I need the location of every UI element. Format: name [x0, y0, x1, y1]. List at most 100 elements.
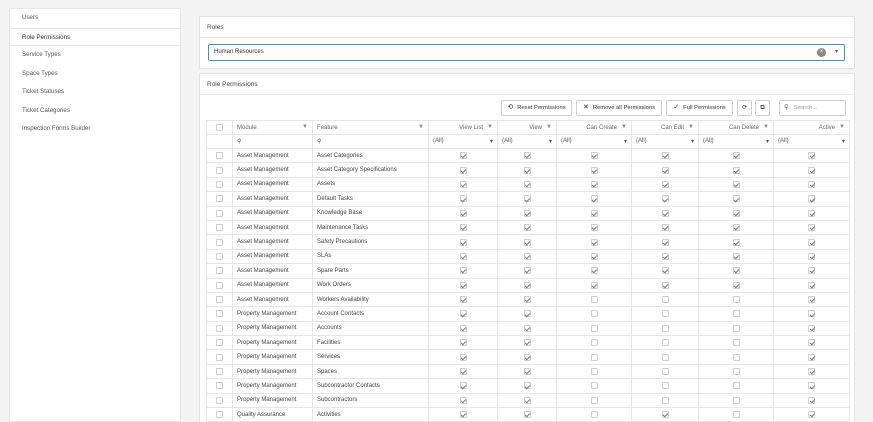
- cell-active[interactable]: [773, 277, 850, 293]
- can-create-checkbox[interactable]: [590, 180, 598, 188]
- col-can-edit[interactable]: Can Edit ▼: [631, 120, 699, 135]
- row-select-checkbox[interactable]: [216, 267, 223, 275]
- active-checkbox[interactable]: [808, 209, 815, 217]
- can-edit-checkbox[interactable]: [661, 324, 669, 332]
- cell-can-create[interactable]: [556, 219, 632, 236]
- active-checkbox[interactable]: [808, 166, 815, 174]
- cell-view-list[interactable]: [428, 176, 498, 193]
- row-select-checkbox[interactable]: [216, 324, 223, 332]
- table-row[interactable]: Asset Management Asset Categories: [206, 147, 850, 164]
- cell-can-edit[interactable]: [631, 263, 699, 279]
- can-delete-checkbox[interactable]: [732, 353, 740, 361]
- view-list-checkbox[interactable]: [459, 396, 467, 404]
- cell-can-edit[interactable]: [631, 378, 699, 394]
- row-select-checkbox[interactable]: [216, 353, 223, 361]
- cell-can-delete[interactable]: [698, 263, 774, 279]
- cell-can-edit[interactable]: [631, 407, 699, 422]
- table-row[interactable]: Quality Assurance Activities: [206, 407, 850, 422]
- row-select-checkbox[interactable]: [216, 396, 223, 404]
- select-all-checkbox[interactable]: [216, 123, 223, 131]
- cell-can-delete[interactable]: [698, 407, 774, 422]
- filter-icon[interactable]: ▼: [688, 124, 694, 130]
- can-create-checkbox[interactable]: [590, 209, 598, 217]
- view-list-checkbox[interactable]: [459, 267, 467, 275]
- active-checkbox[interactable]: [808, 339, 815, 347]
- cell-can-create[interactable]: [556, 306, 632, 322]
- active-checkbox[interactable]: [808, 281, 815, 289]
- row-select-checkbox[interactable]: [216, 368, 223, 376]
- cell-can-delete[interactable]: [698, 277, 774, 293]
- cell-can-create[interactable]: [556, 234, 632, 250]
- can-create-checkbox[interactable]: [590, 296, 598, 304]
- cell-can-delete[interactable]: [698, 335, 774, 351]
- view-list-checkbox[interactable]: [459, 224, 467, 232]
- can-delete-checkbox[interactable]: [732, 180, 740, 188]
- cell-active[interactable]: [773, 407, 850, 422]
- cell-view-list[interactable]: [428, 392, 498, 409]
- cell-active[interactable]: [773, 335, 850, 351]
- view-list-checkbox[interactable]: [459, 324, 467, 332]
- cell-can-delete[interactable]: [698, 291, 774, 308]
- view-checkbox[interactable]: [523, 209, 531, 217]
- col-feature[interactable]: Feature ▼: [312, 120, 429, 135]
- cell-can-delete[interactable]: [698, 219, 774, 236]
- can-create-checkbox[interactable]: [590, 267, 598, 275]
- table-row[interactable]: Property Management Subcontractor Contact…: [206, 378, 850, 394]
- row-select-checkbox[interactable]: [216, 252, 223, 260]
- view-checkbox[interactable]: [523, 411, 531, 419]
- active-checkbox[interactable]: [808, 382, 815, 390]
- view-list-checkbox[interactable]: [459, 195, 467, 203]
- can-delete-checkbox[interactable]: [732, 152, 740, 160]
- view-list-checkbox[interactable]: [459, 382, 467, 390]
- table-row[interactable]: Asset Management Asset Category Specifica…: [206, 162, 850, 178]
- can-edit-checkbox[interactable]: [661, 382, 669, 390]
- cell-view-list[interactable]: [428, 234, 498, 250]
- can-create-checkbox[interactable]: [590, 368, 598, 376]
- cell-view-list[interactable]: [428, 306, 498, 322]
- can-delete-checkbox[interactable]: [732, 411, 740, 419]
- table-row[interactable]: Asset Management Default Tasks: [206, 191, 850, 207]
- view-list-checkbox[interactable]: [459, 296, 467, 304]
- cell-view[interactable]: [497, 378, 557, 394]
- feature-filter-input[interactable]: ⚲: [312, 134, 429, 149]
- cell-active[interactable]: [773, 219, 850, 236]
- active-checkbox[interactable]: [808, 195, 815, 203]
- cell-can-delete[interactable]: [698, 176, 774, 193]
- cell-view-list[interactable]: [428, 162, 498, 178]
- can-delete-checkbox[interactable]: [732, 296, 740, 304]
- cell-can-edit[interactable]: [631, 306, 699, 322]
- role-select[interactable]: Human Resources × ▾: [208, 44, 845, 61]
- cell-can-create[interactable]: [556, 248, 632, 265]
- cell-active[interactable]: [773, 349, 850, 365]
- can-edit-checkbox[interactable]: [661, 180, 669, 188]
- cell-active[interactable]: [773, 248, 850, 265]
- view-checkbox[interactable]: [523, 180, 531, 188]
- view-checkbox[interactable]: [523, 296, 531, 304]
- can-edit-checkbox[interactable]: [661, 224, 669, 232]
- clear-icon[interactable]: ×: [817, 48, 826, 57]
- cell-can-edit[interactable]: [631, 176, 699, 193]
- export-button[interactable]: ⧉: [755, 100, 770, 116]
- active-checkbox[interactable]: [808, 152, 815, 160]
- can-delete-checkbox[interactable]: [732, 238, 740, 246]
- table-row[interactable]: Asset Management Spare Parts: [206, 263, 850, 279]
- cell-can-create[interactable]: [556, 176, 632, 193]
- view-filter[interactable]: (All) ▾: [497, 134, 557, 149]
- cell-view[interactable]: [497, 407, 557, 422]
- can-create-checkbox[interactable]: [590, 310, 598, 318]
- cell-view-list[interactable]: [428, 407, 498, 422]
- row-select-checkbox[interactable]: [216, 339, 223, 347]
- col-view[interactable]: View ▼: [497, 120, 557, 135]
- view-checkbox[interactable]: [523, 238, 531, 246]
- cell-view[interactable]: [497, 205, 557, 221]
- can-delete-checkbox[interactable]: [732, 310, 740, 318]
- cell-can-edit[interactable]: [631, 147, 699, 164]
- can-delete-checkbox[interactable]: [732, 195, 740, 203]
- cell-view[interactable]: [497, 162, 557, 178]
- cell-view-list[interactable]: [428, 191, 498, 207]
- view-checkbox[interactable]: [523, 382, 531, 390]
- view-list-checkbox[interactable]: [459, 339, 467, 347]
- active-checkbox[interactable]: [808, 353, 815, 361]
- table-row[interactable]: Asset Management SLAs: [206, 248, 850, 265]
- cell-can-edit[interactable]: [631, 205, 699, 221]
